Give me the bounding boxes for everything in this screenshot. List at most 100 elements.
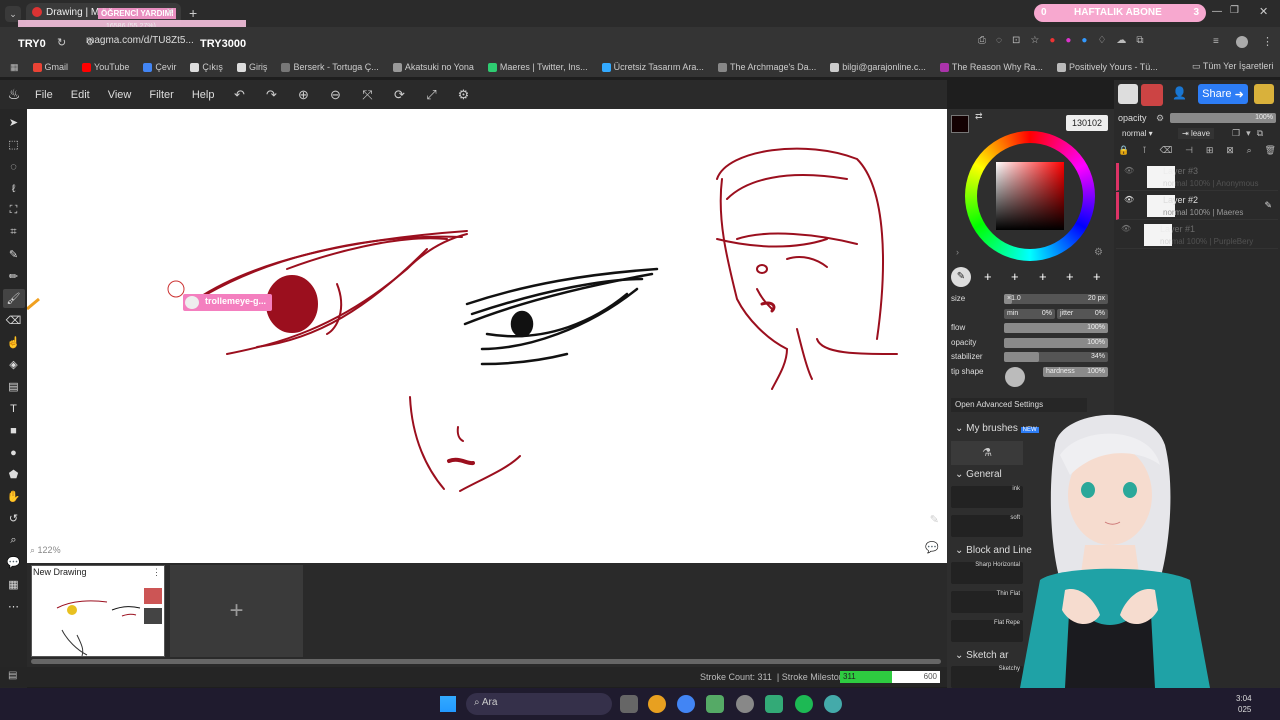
hand-icon[interactable]: ✋ — [3, 487, 25, 506]
general-header[interactable]: ⌄ General — [955, 469, 1002, 480]
taskbar-app-7[interactable] — [824, 695, 842, 713]
bookmark-item[interactable]: The Reason Why Ra... — [939, 62, 1043, 72]
primary-color-swatch[interactable] — [951, 115, 969, 133]
panel-settings-icon[interactable]: ⚙ — [1094, 247, 1103, 258]
panel-expand-icon[interactable]: › — [956, 247, 959, 257]
zoom-out-icon[interactable]: ⊖ — [321, 84, 349, 106]
bookmark-item[interactable]: Berserk - Tortuga Ç... — [281, 62, 379, 72]
taskbar-app-files[interactable] — [620, 695, 638, 713]
taskbar-app-chrome[interactable] — [677, 695, 695, 713]
horizontal-scrollbar[interactable] — [31, 659, 941, 664]
bookmark-item[interactable]: Akatsuki no Yona — [392, 62, 474, 72]
flow-slider[interactable]: 100% — [1004, 323, 1108, 333]
bookmark-item[interactable]: Giriş — [236, 62, 267, 72]
ext-red-icon[interactable]: ● — [1049, 35, 1055, 49]
clip-icon[interactable]: ⊺ — [1142, 145, 1147, 156]
bookmark-item[interactable]: The Archmage's Da... — [717, 62, 816, 72]
smudge-icon[interactable]: ☝ — [3, 333, 25, 352]
transform-icon[interactable]: ⛶ — [3, 201, 25, 220]
brush-preset-5[interactable]: + — [1066, 269, 1074, 284]
drawing-canvas[interactable]: trollemeye-g... ✎ 💬 — [27, 109, 947, 563]
blend-mode-select[interactable]: normal ▾ — [1122, 129, 1153, 138]
redo-icon[interactable]: ↷ — [257, 84, 285, 106]
bookmark-item[interactable]: Positively Yours - Tü... — [1056, 62, 1158, 72]
swap-colors-icon[interactable]: ⇄ — [975, 111, 983, 122]
brush-icon[interactable]: 🖌 — [2, 289, 25, 308]
profile-badge-icon[interactable] — [1254, 84, 1274, 104]
layer-opacity-slider[interactable]: 100% — [1170, 113, 1276, 123]
ext-cloud-icon[interactable]: ☁ — [1116, 35, 1126, 49]
brush-preset-active[interactable]: ✎ — [951, 267, 971, 287]
add-layer-icon[interactable]: ⊞ — [1206, 145, 1214, 156]
move-tool-icon[interactable]: ➤ — [3, 113, 25, 132]
ext-pink-icon[interactable]: ● — [1065, 35, 1071, 49]
magma-logo-icon[interactable]: ♨ — [4, 84, 24, 106]
browser-menu-icon[interactable]: ⋮ — [1262, 35, 1273, 48]
saturation-square[interactable] — [996, 162, 1064, 230]
comment-icon[interactable]: 💬 — [3, 553, 25, 572]
share-button[interactable]: Share ➜ — [1198, 84, 1248, 104]
rotate-view-icon[interactable]: ↺ — [3, 509, 25, 528]
bookmark-item[interactable]: Çevir — [143, 62, 176, 72]
visibility-icon[interactable]: 👁 — [1121, 224, 1131, 233]
jitter-slider[interactable]: jitter 0% — [1057, 309, 1108, 319]
hardness-slider[interactable]: hardness 100% — [1043, 367, 1108, 377]
layer-opacity-settings-icon[interactable]: ⚙ — [1156, 113, 1164, 124]
collab-avatar-1[interactable] — [1118, 84, 1138, 104]
all-bookmarks[interactable]: ▭ Tüm Yer İşaretleri — [1192, 61, 1273, 72]
add-user-icon[interactable]: 👤 — [1172, 86, 1187, 100]
bookmark-item[interactable]: Ücretsiz Tasarım Ara... — [601, 62, 704, 72]
bookmark-item[interactable]: Çıkış — [190, 62, 223, 72]
layer-row-2[interactable]: 👁 Layer #2 normal 100% | Maeres ✎ — [1116, 192, 1278, 220]
select-rect-icon[interactable]: ⬚ — [3, 135, 25, 154]
crop-icon[interactable]: ⌗ — [3, 223, 25, 242]
extensions-icon[interactable]: ⧉ — [1136, 35, 1143, 49]
taskbar-app-5[interactable] — [765, 695, 783, 713]
settings-icon[interactable]: ⚙ — [449, 84, 477, 106]
visibility-icon[interactable]: 👁 — [1124, 166, 1134, 175]
install-icon[interactable]: ⎙ — [978, 35, 986, 49]
gradient-icon[interactable]: ▤ — [3, 377, 25, 396]
stabilizer-slider[interactable]: 34% — [1004, 352, 1108, 362]
tab-close-icon[interactable]: ✕ — [166, 7, 174, 18]
add-drawing-button[interactable]: + — [170, 565, 303, 657]
bookmark-item[interactable]: Gmail — [32, 62, 68, 72]
menu-view[interactable]: View — [101, 85, 139, 105]
lock-icon[interactable]: 🔒 — [1118, 145, 1129, 156]
menu-help[interactable]: Help — [185, 85, 222, 105]
collab-avatar-2[interactable] — [1141, 84, 1163, 106]
drawing-menu-icon[interactable]: ⋮ — [152, 567, 161, 578]
more-tools-icon[interactable]: ⋯ — [3, 597, 25, 616]
leave-button[interactable]: ⇥ leave — [1178, 128, 1215, 139]
rotate-icon[interactable]: ⟳ — [385, 84, 413, 106]
reading-list-icon[interactable]: ≡ — [1213, 36, 1219, 47]
tip-shape-preview[interactable] — [1005, 367, 1025, 387]
menu-file[interactable]: File — [28, 85, 60, 105]
menu-edit[interactable]: Edit — [64, 85, 97, 105]
layer-search-icon[interactable]: ⌕ — [1247, 145, 1252, 156]
zoom-in-icon[interactable]: ⊕ — [289, 84, 317, 106]
apps-grid-icon[interactable]: ▦ — [10, 62, 19, 73]
zoom-tool-icon[interactable]: ⌕ — [3, 531, 25, 550]
windows-start-icon[interactable] — [440, 696, 456, 712]
window-minimize-icon[interactable]: — — [1212, 6, 1222, 17]
polygon-icon[interactable]: ⬟ — [3, 465, 25, 484]
taskbar-search[interactable]: ⌕ Ara — [466, 693, 612, 715]
ellipse-shape-icon[interactable]: ● — [3, 443, 25, 462]
reload-icon[interactable]: ↻ — [57, 36, 66, 49]
window-close-icon[interactable]: ✕ — [1259, 5, 1268, 18]
taskbar-app-spotify[interactable] — [795, 695, 813, 713]
eyedropper-icon[interactable]: ✎ — [3, 245, 25, 264]
eye-off-icon[interactable]: ◌ — [996, 35, 1002, 49]
color-wheel[interactable] — [965, 131, 1095, 261]
select-ellipse-icon[interactable]: ◌ — [3, 157, 25, 176]
profile-avatar[interactable] — [1236, 36, 1248, 48]
fullscreen-icon[interactable]: ⤢ — [417, 84, 445, 106]
window-maximize-icon[interactable]: ❐ — [1230, 5, 1239, 16]
edit-layer-icon[interactable]: ✎ — [1264, 200, 1272, 211]
taskbar-app-1[interactable] — [648, 695, 666, 713]
min-slider[interactable]: min 0% — [1004, 309, 1055, 319]
group-icon[interactable]: ⊠ — [1226, 145, 1234, 156]
ext-bulb-icon[interactable]: ♢ — [1097, 35, 1106, 49]
layer-row-1[interactable]: 👁 Layer #1 normal 100% | PurpleBery — [1116, 221, 1278, 249]
